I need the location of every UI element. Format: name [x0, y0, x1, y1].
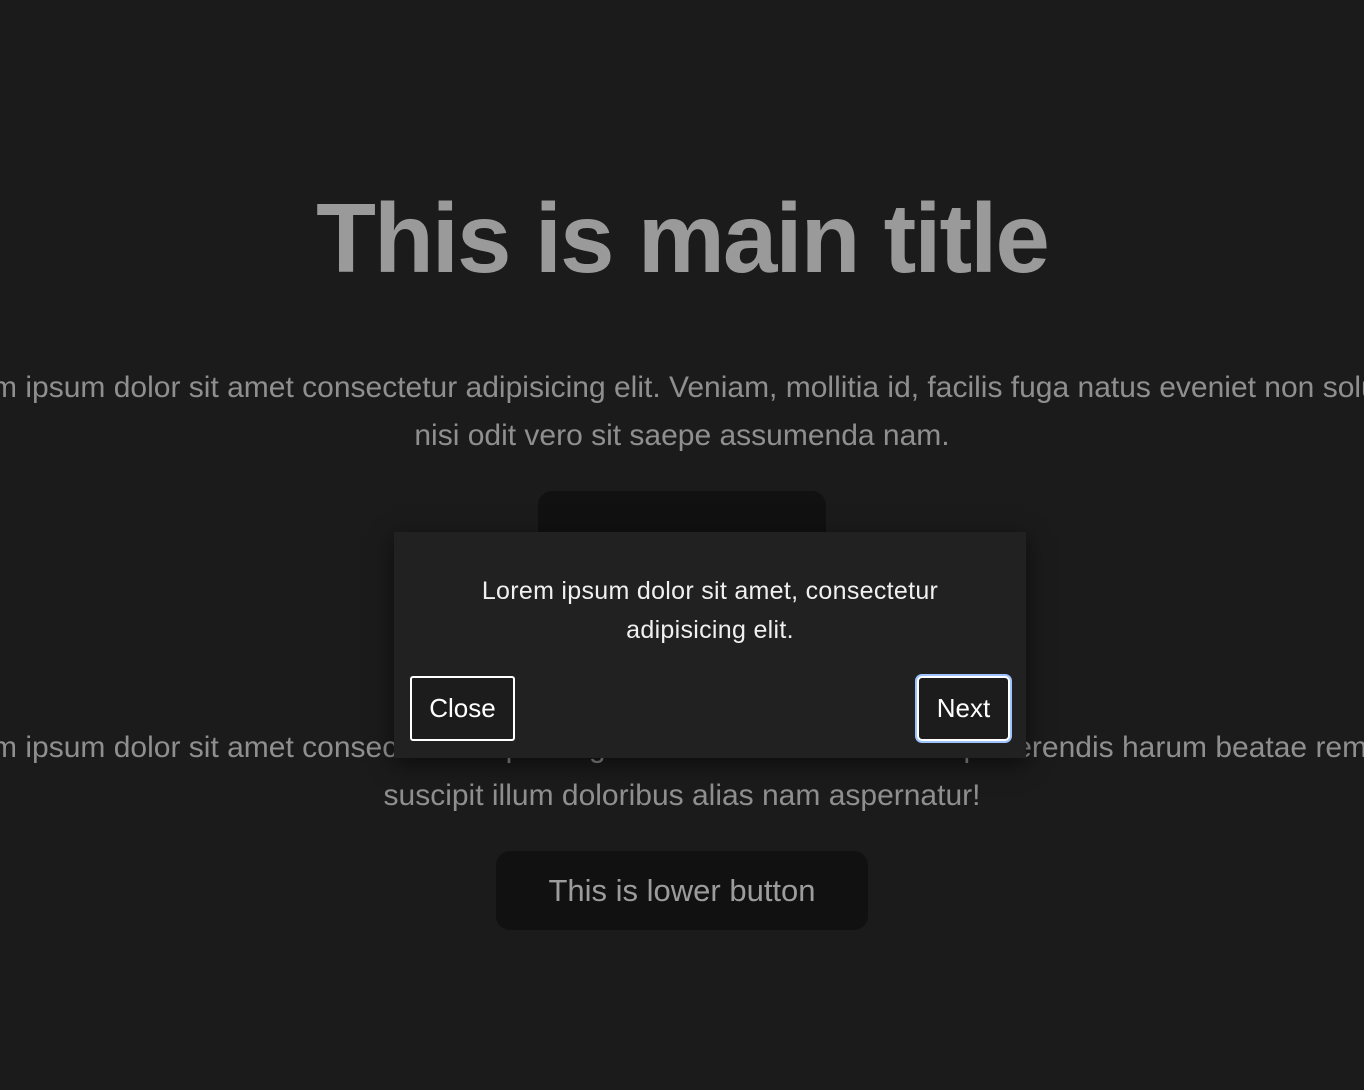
next-button[interactable]: Next	[917, 676, 1010, 741]
tour-dialog: Lorem ipsum dolor sit amet, consectetur …	[394, 532, 1026, 758]
close-button[interactable]: Close	[410, 676, 515, 741]
second-paragraph-line-2: suscipit illum doloribus alias nam asper…	[383, 779, 981, 812]
main-title: This is main title	[316, 183, 1050, 293]
lower-button[interactable]: This is lower button	[496, 851, 868, 930]
intro-paragraph-line-2: nisi odit vero sit saepe assumenda nam.	[414, 419, 950, 452]
intro-paragraph-line-1: Lorem ipsum dolor sit amet consectetur a…	[0, 371, 1364, 404]
intro-paragraph: Lorem ipsum dolor sit amet consectetur a…	[0, 364, 1364, 460]
page: This is main title Lorem ipsum dolor sit…	[0, 0, 1364, 1090]
dialog-message: Lorem ipsum dolor sit amet, consectetur …	[481, 577, 939, 644]
